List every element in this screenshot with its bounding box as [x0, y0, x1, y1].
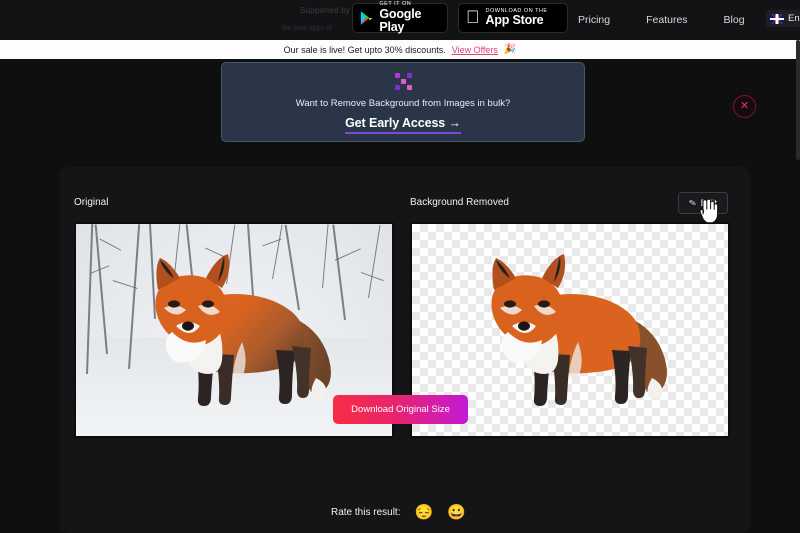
promo-banner: Our sale is live! Get upto 30% discounts… [0, 40, 800, 59]
app-store-badge-text: Download on the App Store [472, 8, 548, 28]
original-label: Original [74, 197, 109, 208]
google-play-icon [360, 11, 373, 25]
rating-row: Rate this result: 😔 😀 [331, 505, 466, 520]
language-selector[interactable]: Eng [766, 10, 800, 27]
language-label: Eng [788, 13, 800, 24]
app-store-badge[interactable]:  Download on the App Store [458, 3, 568, 33]
bulk-early-access-card: Want to Remove Background from Images in… [221, 62, 585, 142]
top-navigation-bar: Supported by the best apps of GET IT ON … [0, 0, 800, 40]
nav-link-features[interactable]: Features [646, 14, 687, 26]
bulk-question-text: Want to Remove Background from Images in… [295, 98, 511, 109]
fox-subject [155, 254, 331, 406]
rate-label: Rate this result: [331, 507, 401, 518]
download-button-label: Download Original Size [351, 404, 450, 415]
download-original-size-button[interactable]: Download Original Size [333, 395, 468, 424]
fox-subject-cutout [491, 254, 667, 406]
supported-by-text: Supported by [300, 6, 350, 15]
pencil-icon: ✎ [688, 196, 698, 209]
app-store-badge-big: App Store [472, 13, 544, 28]
background-removed-label: Background Removed [410, 197, 509, 208]
removebg-x-logo-icon [394, 73, 412, 90]
party-popper-icon: 🎉 [503, 44, 517, 55]
close-result-button[interactable]: ✕ [733, 95, 756, 118]
uk-flag-icon [770, 13, 784, 24]
nav-links: Pricing Features Blog [578, 0, 745, 40]
edit-button[interactable]: ✎ Edit [678, 192, 728, 214]
page-scrollbar[interactable] [796, 40, 800, 160]
promo-text: Our sale is live! Get upto 30% discounts… [283, 44, 446, 55]
supported-by-subtext: the best apps of [282, 25, 332, 32]
nav-link-pricing[interactable]: Pricing [578, 14, 610, 26]
nav-link-blog[interactable]: Blog [724, 14, 745, 26]
view-offers-link[interactable]: View Offers [452, 45, 498, 55]
google-play-badge-big: Google Play [379, 6, 422, 34]
google-play-badge[interactable]: GET IT ON Google Play [352, 1, 448, 34]
apple-icon:  [466, 8, 480, 26]
get-early-access-link[interactable]: Get Early Access → [345, 116, 461, 134]
rate-sad-emoji-button[interactable]: 😔 [414, 505, 433, 520]
google-play-badge-text: GET IT ON Google Play [379, 1, 438, 34]
edit-button-label: Edit [700, 197, 717, 209]
rate-happy-emoji-button[interactable]: 😀 [447, 505, 466, 520]
